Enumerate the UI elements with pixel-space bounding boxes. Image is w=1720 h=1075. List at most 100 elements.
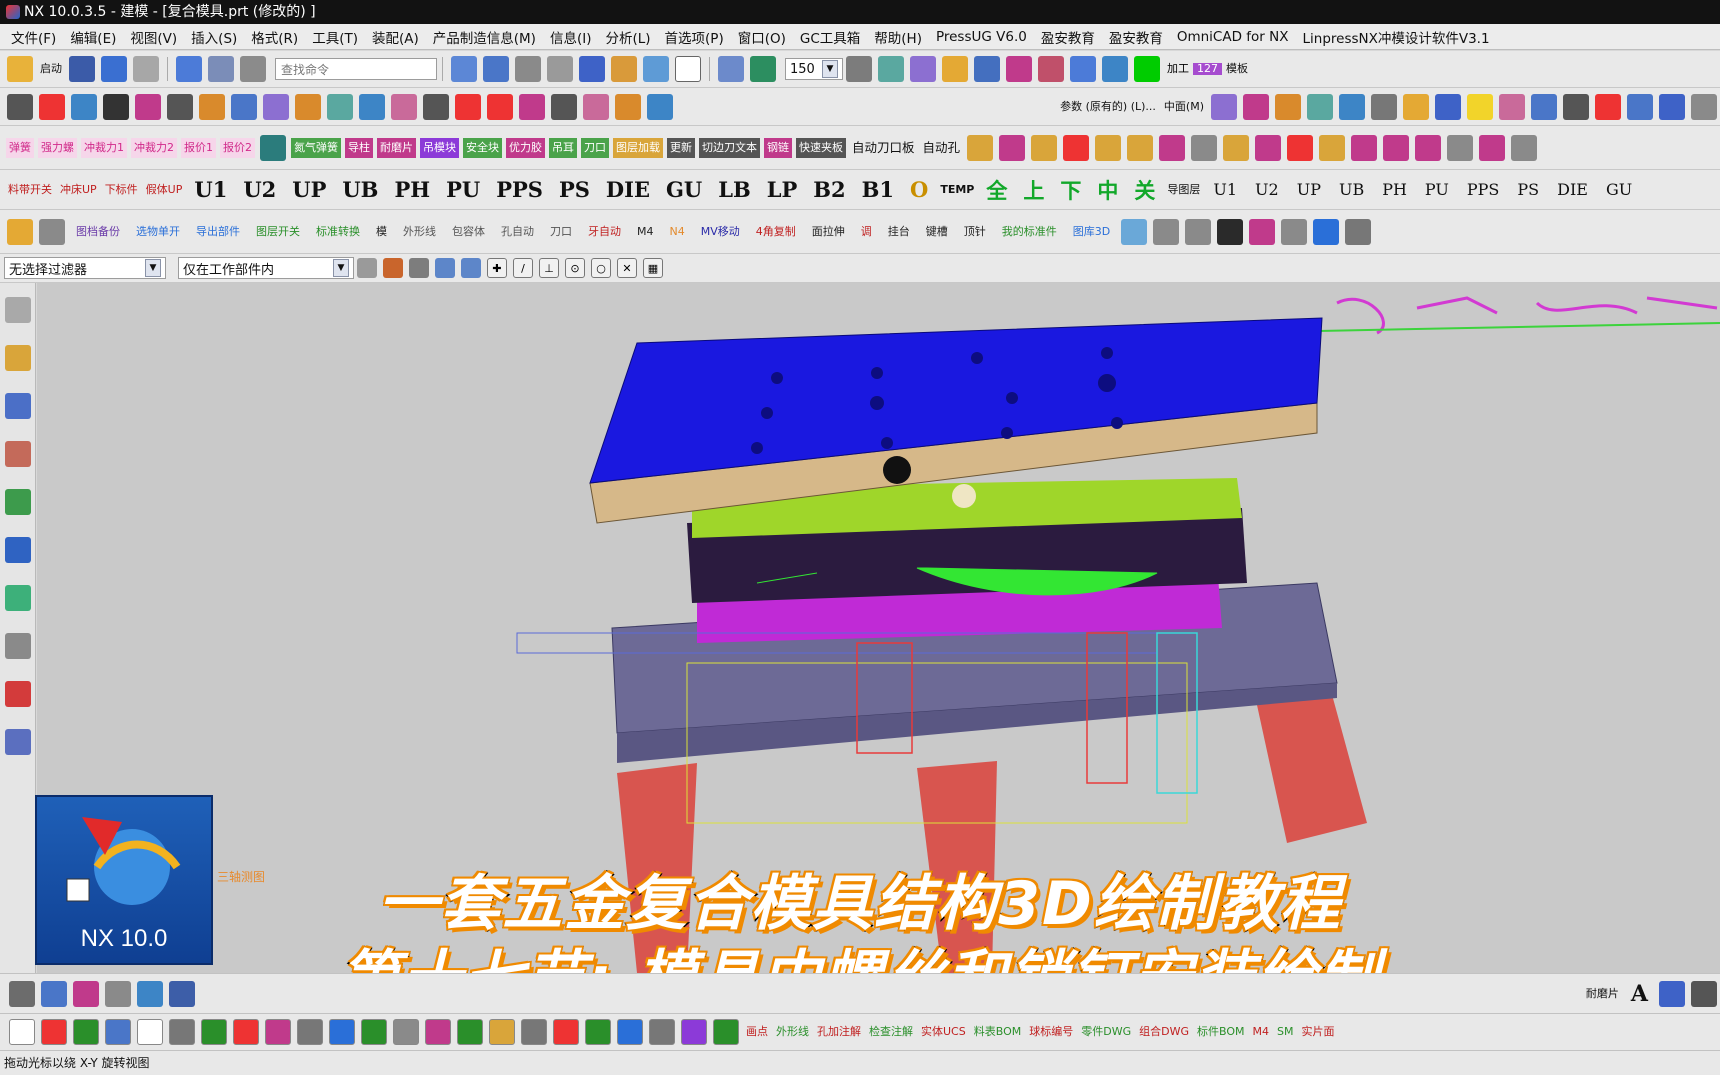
wcs-icon[interactable] [643, 56, 669, 82]
drafting-tool-icon[interactable] [393, 1019, 419, 1045]
feature-tool-icon[interactable] [1307, 93, 1333, 120]
mold-part-button[interactable]: 耐磨片 [377, 137, 416, 158]
drafting-tool-icon[interactable] [233, 1019, 259, 1045]
mold-component-icon[interactable] [1319, 134, 1346, 161]
plate-move-button[interactable]: U1 [1204, 180, 1246, 199]
fit-view-icon[interactable] [451, 56, 477, 82]
mold-tool-button[interactable]: N4 [666, 225, 689, 238]
cube-icon[interactable] [1659, 980, 1685, 1007]
mold-component-icon[interactable] [1383, 134, 1410, 161]
mold-component-icon[interactable] [967, 134, 994, 161]
layout-icon[interactable] [846, 56, 872, 82]
mold-component-icon[interactable] [1031, 134, 1058, 161]
tool-icon[interactable] [1153, 218, 1180, 245]
plate-move-button[interactable]: UB [1330, 180, 1373, 199]
scope-filter-dropdown[interactable]: 仅在工作部件内 ▼ [178, 257, 354, 279]
mold-part-button[interactable]: 切边刀文本 [699, 137, 760, 158]
reuse-library-icon[interactable] [5, 489, 31, 515]
plate-code-button[interactable]: PH [386, 177, 438, 202]
strip-toggle-button[interactable]: 下标件 [101, 183, 142, 196]
drafting-tool-button[interactable]: SM [1273, 1026, 1297, 1038]
plate-code-button[interactable]: UB [334, 177, 386, 202]
start-icon[interactable] [7, 56, 33, 82]
drafting-tool-icon[interactable] [297, 1019, 323, 1045]
mold-part-button[interactable]: 吊耳 [549, 137, 577, 158]
menu-item[interactable]: 插入(S) [184, 27, 244, 47]
mold-component-icon[interactable] [1063, 134, 1090, 161]
midface-label[interactable]: 中面(M) [1160, 100, 1208, 113]
curve-icon[interactable] [1006, 56, 1032, 82]
layer-show-button[interactable]: 关 [1126, 175, 1163, 205]
menu-item[interactable]: 视图(V) [123, 27, 184, 47]
layer-show-button[interactable]: 上 [1015, 175, 1052, 205]
plate-code-button[interactable]: B1 [854, 177, 902, 202]
drafting-tool-icon[interactable] [425, 1019, 451, 1045]
window-icon[interactable] [675, 56, 701, 82]
mold-tool-button[interactable]: 选物单开 [132, 225, 184, 238]
mold-tool-button[interactable]: MV移动 [697, 225, 744, 238]
plate-move-button[interactable]: DIE [1548, 180, 1597, 199]
mold-component-icon[interactable] [1159, 134, 1186, 161]
plate-move-button[interactable]: PU [1416, 180, 1458, 199]
drafting-tool-button[interactable]: 实片面 [1297, 1026, 1338, 1038]
layer-show-button[interactable]: 下 [1052, 175, 1089, 205]
drafting-tool-icon[interactable] [617, 1019, 643, 1045]
sketch-tool-icon[interactable] [647, 93, 673, 120]
ruler-icon[interactable] [1102, 56, 1128, 82]
mold-component-icon[interactable] [1511, 134, 1538, 161]
web-browser-icon[interactable] [5, 537, 31, 563]
drafting-tool-icon[interactable] [521, 1019, 547, 1045]
mold-tool-button[interactable]: 我的标准件 [998, 225, 1061, 238]
drafting-tool-icon[interactable] [137, 1019, 163, 1045]
feature-tool-icon[interactable] [1531, 93, 1557, 120]
menu-item[interactable]: OmniCAD for NX [1170, 29, 1296, 45]
mold-tool-button[interactable]: 牙自动 [584, 225, 625, 238]
drafting-tool-icon[interactable] [553, 1019, 579, 1045]
sketch-tool-icon[interactable] [199, 93, 225, 120]
plate-code-button[interactable]: LB [710, 177, 759, 202]
mold-part-button[interactable]: 导柱 [345, 137, 373, 158]
type-filter-dropdown[interactable]: 无选择过滤器 ▼ [4, 257, 166, 279]
tool-icon[interactable] [7, 218, 33, 245]
mold-tool-button[interactable]: 导出部件 [192, 225, 244, 238]
mold-part-button[interactable]: 刀口 [581, 137, 609, 158]
menu-item[interactable]: 编辑(E) [63, 27, 123, 47]
mold-calc-button[interactable]: 弹簧 [6, 137, 34, 158]
plate-code-button[interactable]: GU [658, 177, 710, 202]
mold-tool-button[interactable]: 模 [372, 225, 391, 238]
menu-item[interactable]: LinpressNX冲模设计软件V3.1 [1295, 27, 1496, 47]
part-navigator-icon[interactable] [5, 441, 31, 467]
sketch-tool-icon[interactable] [487, 93, 513, 120]
mold-tool-button[interactable]: 挂台 [884, 225, 914, 238]
quadrant-snap-icon[interactable]: ○ [591, 258, 611, 278]
drafting-tool-button[interactable]: 零件DWG [1077, 1026, 1135, 1038]
menu-item[interactable]: 工具(T) [305, 27, 365, 47]
import-layer-button[interactable]: 导图层 [1163, 183, 1204, 196]
menu-item[interactable]: PressUG V6.0 [929, 29, 1034, 45]
tool-icon[interactable] [1281, 218, 1308, 245]
drafting-tool-button[interactable]: 球标编号 [1025, 1026, 1077, 1038]
snap-icon[interactable] [208, 56, 234, 82]
mold-component-icon[interactable] [1191, 134, 1218, 161]
plate-code-button[interactable]: U2 [235, 177, 284, 202]
calculator-icon[interactable] [260, 134, 286, 161]
history-icon[interactable] [5, 585, 31, 611]
cube-icon[interactable] [579, 56, 605, 82]
menu-item[interactable]: 信息(I) [543, 27, 599, 47]
drafting-tool-icon[interactable] [105, 1019, 131, 1045]
drafting-tool-icon[interactable] [361, 1019, 387, 1045]
tool-icon[interactable] [1121, 218, 1148, 245]
mold-tool-button[interactable]: 外形线 [399, 225, 440, 238]
command-search-input[interactable]: 查找命令 [275, 58, 437, 80]
feature-tool-icon[interactable] [1243, 93, 1269, 120]
feature-tool-icon[interactable] [1211, 93, 1237, 120]
menu-item[interactable]: 分析(L) [598, 27, 657, 47]
render-icon[interactable] [547, 56, 573, 82]
mold-component-icon[interactable] [1255, 134, 1282, 161]
plate-code-button[interactable]: U1 [186, 177, 235, 202]
drafting-tool-icon[interactable] [713, 1019, 739, 1045]
drafting-tool-icon[interactable] [201, 1019, 227, 1045]
feature-tool-icon[interactable] [1563, 93, 1589, 120]
mold-tool-button[interactable]: 图档备份 [72, 225, 124, 238]
machining-label[interactable]: 加工 [1163, 63, 1193, 75]
